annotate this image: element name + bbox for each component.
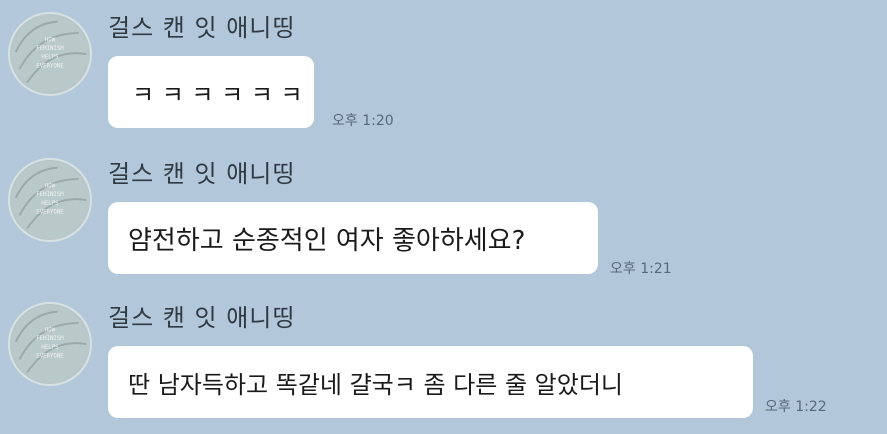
avatar-text-line: HELPS [41,345,59,351]
feminism-badge-avatar-icon: HOW FEMINISM HELPS EVERYONE [11,305,89,383]
message-time: 오후 1:21 [610,261,672,277]
avatar-text-line: HELPS [41,55,59,61]
avatar-text-line: HOW [45,328,56,334]
message-time: 오후 1:22 [765,399,827,415]
avatar-text-line: EVERYONE [36,63,64,69]
feminism-badge-avatar-icon: HOW FEMINISM HELPS EVERYONE [11,15,89,93]
avatar-text-line: EVERYONE [36,353,64,359]
avatar-text-line: HOW [45,38,56,44]
sender-name: 걸스 캔 잇 애니띵 [108,160,296,188]
message-bubble[interactable]: ㅋ ㅋ ㅋ ㅋ ㅋ ㅋ [108,56,314,128]
avatar[interactable]: HOW FEMINISM HELPS EVERYONE [8,158,92,242]
chat-window: HOW FEMINISM HELPS EVERYONE 걸스 캔 잇 애니띵 ㅋ… [0,0,887,434]
message-text: 딴 남자득하고 똑같네 걀국ㅋ 좀 다른 줄 알았더니 [128,370,624,399]
message-text: 얌전하고 순종적인 여자 좋아하세요? [128,225,526,256]
avatar-text-line: HELPS [41,201,59,207]
message-time: 오후 1:20 [332,113,394,129]
message-row: HOW FEMINISM HELPS EVERYONE 걸스 캔 잇 애니띵 얌… [0,146,887,286]
feminism-badge-avatar-icon: HOW FEMINISM HELPS EVERYONE [11,161,89,239]
message-row: HOW FEMINISM HELPS EVERYONE 걸스 캔 잇 애니띵 ㅋ… [0,0,887,140]
avatar-text-line: FEMINISM [36,46,64,52]
avatar[interactable]: HOW FEMINISM HELPS EVERYONE [8,302,92,386]
avatar-text-line: HOW [45,184,56,190]
avatar-text-line: EVERYONE [36,209,64,215]
avatar[interactable]: HOW FEMINISM HELPS EVERYONE [8,12,92,96]
message-text: ㅋ ㅋ ㅋ ㅋ ㅋ ㅋ [132,80,303,109]
sender-name: 걸스 캔 잇 애니띵 [108,14,296,42]
message-bubble[interactable]: 얌전하고 순종적인 여자 좋아하세요? [108,202,598,274]
message-bubble[interactable]: 딴 남자득하고 똑같네 걀국ㅋ 좀 다른 줄 알았더니 [108,346,753,418]
avatar-text-line: FEMINISM [36,336,64,342]
avatar-text-line: FEMINISM [36,192,64,198]
sender-name: 걸스 캔 잇 애니띵 [108,304,296,332]
message-row: HOW FEMINISM HELPS EVERYONE 걸스 캔 잇 애니띵 딴… [0,290,887,430]
